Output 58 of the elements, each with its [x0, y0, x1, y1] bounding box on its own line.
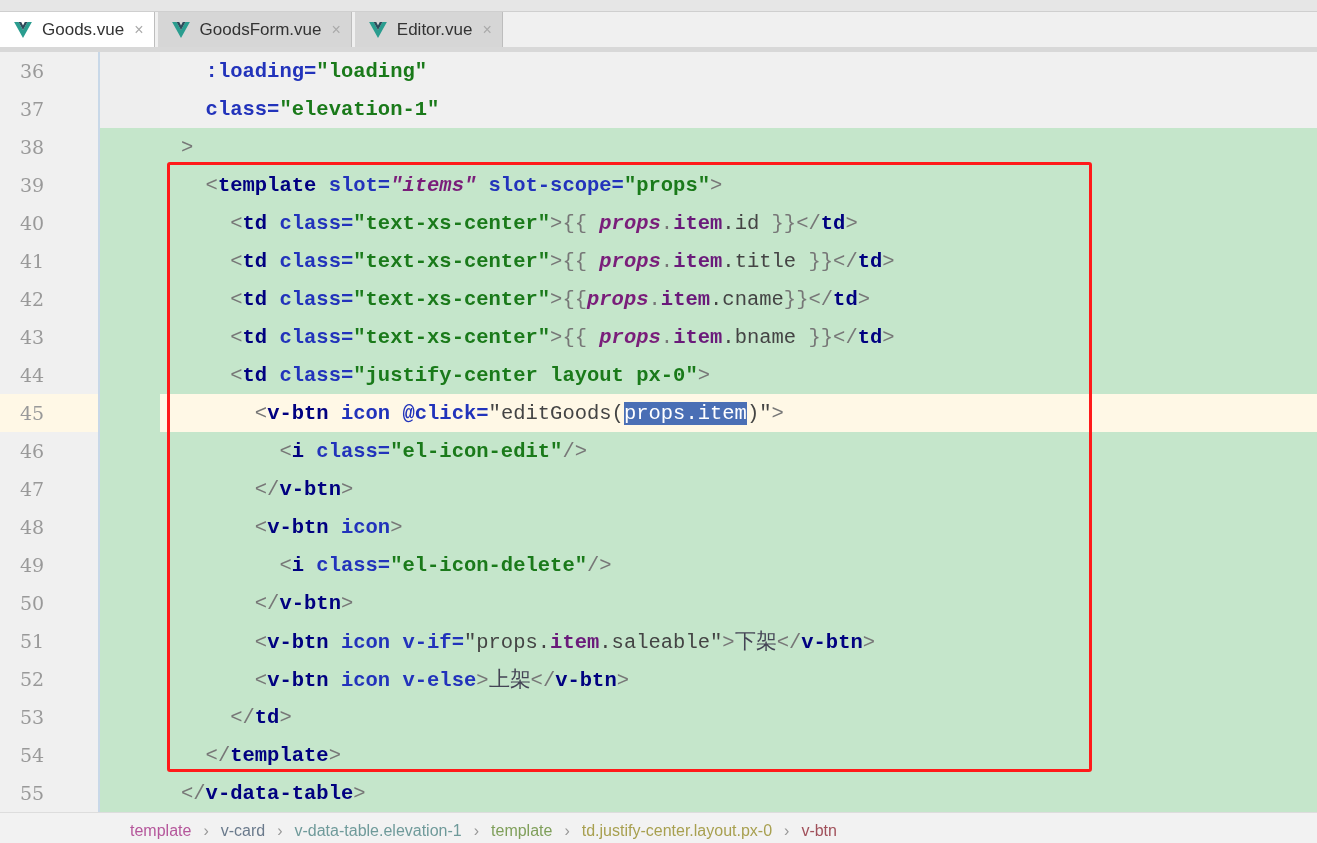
line-number: 50: [20, 592, 45, 614]
line-number: 54: [20, 744, 45, 766]
code-line: class="elevation-1": [204, 97, 440, 121]
code-line: <v-btn icon @click="editGoods(props.item)">: [253, 401, 784, 425]
line-number: 38: [20, 136, 45, 158]
editor-tab[interactable]: Goods.vue ×: [0, 12, 155, 47]
line-number: 43: [20, 326, 45, 348]
vue-logo-icon: [368, 21, 387, 38]
line-number: 55: [20, 782, 45, 804]
code-line: <template slot="items" slot-scope="props">: [204, 173, 723, 197]
line-number: 41: [20, 250, 45, 272]
breadcrumb-item[interactable]: template: [491, 822, 553, 840]
line-number: 51: [20, 630, 45, 652]
breadcrumb-separator: ›: [784, 822, 790, 840]
line-number: 45: [20, 402, 45, 424]
breadcrumb-item[interactable]: v-btn: [801, 822, 837, 840]
code-line: <i class="el-icon-delete"/>: [278, 553, 612, 577]
breadcrumb-item[interactable]: v-data-table.elevation-1: [294, 822, 462, 840]
code-line: </template>: [204, 743, 341, 767]
line-number: 46: [20, 440, 45, 462]
code-line: <i class="el-icon-edit"/>: [278, 439, 587, 463]
code-line: <v-btn icon>: [253, 515, 403, 539]
breadcrumb-separator: ›: [564, 822, 570, 840]
code-line: <td class="text-xs-center">{{ props.item.title }}</td>: [229, 249, 895, 273]
breadcrumb-item[interactable]: template: [130, 822, 192, 840]
line-number: 42: [20, 288, 45, 310]
code-line: <v-btn icon v-else>上架</v-btn>: [253, 666, 629, 693]
editor-tab[interactable]: GoodsForm.vue ×: [157, 12, 352, 47]
code-line: </v-btn>: [253, 477, 354, 501]
code-line: <td class="text-xs-center">{{ props.item.bname }}</td>: [229, 325, 895, 349]
line-number: 39: [20, 174, 45, 196]
code-line: </v-btn>: [253, 591, 354, 615]
breadcrumb-separator: ›: [277, 822, 283, 840]
code-line: <td class="text-xs-center">{{props.item.cname}}</td>: [229, 287, 870, 311]
line-number: 36: [20, 60, 45, 82]
code-line: </v-data-table>: [181, 781, 366, 805]
breadcrumb-separator: ›: [473, 822, 480, 840]
code-line: </td>: [229, 705, 292, 729]
line-number: 44: [20, 364, 45, 386]
line-number: 53: [20, 706, 45, 728]
close-icon[interactable]: ×: [134, 20, 144, 39]
line-number: 52: [20, 668, 45, 690]
line-number: 40: [20, 212, 45, 234]
code-line: <td class="justify-center layout px-0">: [229, 363, 711, 387]
code-line: <v-btn icon v-if="props.item.saleable">下架</v-btn>: [253, 628, 876, 655]
line-number: 47: [20, 478, 45, 500]
editor-tab[interactable]: Editor.vue ×: [354, 12, 503, 47]
breadcrumb-item[interactable]: td.justify-center.layout.px-0: [581, 822, 773, 840]
line-number: 37: [20, 98, 45, 120]
line-number: 48: [20, 516, 45, 538]
vue-logo-icon: [171, 21, 190, 38]
breadcrumb-item[interactable]: v-card: [220, 822, 266, 840]
code-line: :loading="loading": [204, 59, 428, 83]
line-number: 49: [20, 554, 45, 576]
code-line: <td class="text-xs-center">{{ props.item.id }}</td>: [229, 211, 858, 235]
vue-logo-icon: [14, 21, 32, 38]
code-line: >: [181, 135, 194, 159]
breadcrumb-separator: ›: [203, 822, 209, 840]
